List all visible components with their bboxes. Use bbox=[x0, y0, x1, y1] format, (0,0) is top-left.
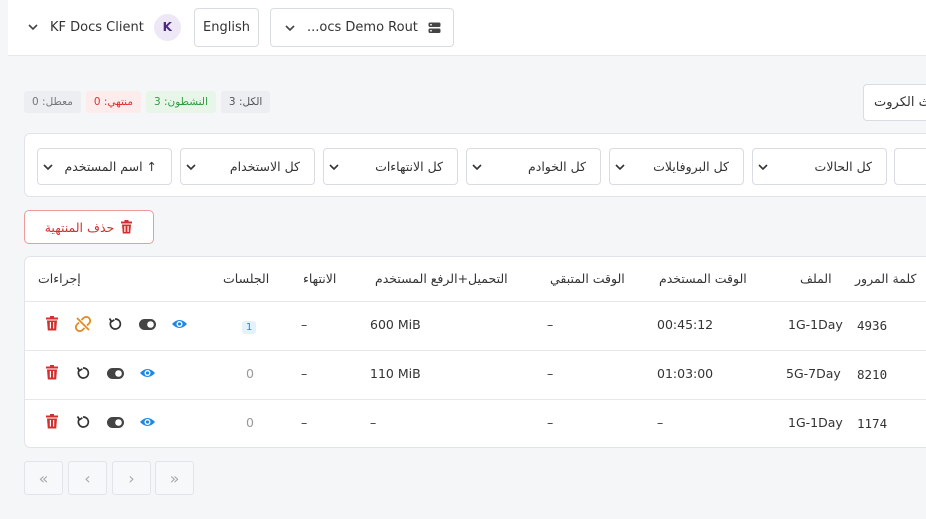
router-selector[interactable]: ...ocs Demo Router bbox=[270, 8, 454, 47]
trash-icon[interactable] bbox=[43, 314, 61, 332]
next-page-button[interactable]: › bbox=[112, 461, 151, 495]
chevron-down-icon bbox=[42, 161, 54, 173]
sessions-badge[interactable]: 1 bbox=[242, 321, 257, 334]
cards-table: إجراءات الجلسات الانتهاء التحميل+الرفع ا… bbox=[24, 256, 926, 448]
usage-filter-select[interactable]: كل الاستخدام bbox=[180, 148, 315, 185]
divider bbox=[25, 399, 926, 400]
chevron-down-icon bbox=[185, 161, 197, 173]
cell-time-left: – bbox=[547, 366, 554, 381]
reset-icon[interactable] bbox=[74, 413, 92, 431]
header-sessions[interactable]: الجلسات bbox=[223, 257, 269, 301]
unlink-icon[interactable] bbox=[74, 315, 92, 333]
cell-profile: 1G-1Day bbox=[788, 317, 843, 332]
cell-password: 1174 bbox=[857, 416, 888, 431]
badge-expired[interactable]: منتهي: 0 bbox=[85, 91, 141, 113]
trash-icon[interactable] bbox=[43, 412, 61, 430]
chevron-down-icon bbox=[471, 161, 483, 173]
toggle-icon[interactable] bbox=[138, 315, 156, 333]
server-filter-select[interactable]: كل الخوادم bbox=[466, 148, 601, 185]
trash-icon bbox=[120, 220, 133, 234]
badge-disabled[interactable]: معطل: 0 bbox=[24, 91, 81, 113]
reset-icon[interactable] bbox=[106, 315, 124, 333]
cell-time-used: – bbox=[657, 415, 664, 430]
last-page-button[interactable]: » bbox=[155, 461, 194, 495]
toggle-icon[interactable] bbox=[106, 413, 124, 431]
cell-expiry: – bbox=[301, 366, 308, 381]
trash-icon[interactable] bbox=[43, 363, 61, 381]
prev-page-button[interactable]: ‹ bbox=[68, 461, 107, 495]
cell-data-used: – bbox=[370, 415, 377, 430]
cell-time-used: 00:45:12 bbox=[657, 317, 714, 332]
chevron-down-icon bbox=[26, 20, 42, 34]
eye-icon[interactable] bbox=[170, 315, 188, 333]
avatar: K bbox=[153, 13, 181, 41]
cell-profile: 1G-1Day bbox=[788, 415, 843, 430]
cell-data-used: 110 MiB bbox=[370, 366, 421, 381]
header-actions: إجراءات bbox=[38, 271, 81, 286]
cell-profile: 5G-7Day bbox=[786, 366, 841, 381]
cell-sessions: 0 bbox=[246, 415, 254, 430]
divider bbox=[25, 301, 926, 302]
expiration-filter-select[interactable]: كل الانتهاءات bbox=[323, 148, 458, 185]
eye-icon[interactable] bbox=[138, 364, 156, 382]
header-time-used[interactable]: الوقت المستخدم bbox=[659, 257, 747, 301]
cell-time-left: – bbox=[547, 317, 554, 332]
chevron-down-icon bbox=[283, 21, 297, 35]
router-name: ...ocs Demo Router bbox=[307, 20, 418, 35]
header-password[interactable]: كلمة المرور bbox=[855, 257, 916, 301]
chevron-down-icon bbox=[757, 161, 769, 173]
header-profile[interactable]: الملف bbox=[800, 257, 832, 301]
reset-icon[interactable] bbox=[74, 364, 92, 382]
toggle-icon[interactable] bbox=[106, 364, 124, 382]
chevron-down-icon bbox=[614, 161, 626, 173]
cell-password: 4936 bbox=[857, 318, 888, 333]
delete-expired-button[interactable]: حذف المنتهية bbox=[24, 210, 154, 244]
search-cards-input[interactable]: ث الكروت bbox=[863, 84, 926, 121]
filter-select-cut[interactable] bbox=[894, 148, 926, 185]
status-filter-select[interactable]: كل الحالات bbox=[752, 148, 887, 185]
cell-expiry: – bbox=[301, 415, 308, 430]
cell-sessions: 0 bbox=[246, 366, 254, 381]
cell-time-left: – bbox=[547, 415, 554, 430]
header-data-used[interactable]: التحميل+الرفع المستخدم bbox=[375, 257, 508, 301]
first-page-button[interactable]: « bbox=[24, 461, 63, 495]
server-icon bbox=[428, 22, 441, 34]
eye-icon[interactable] bbox=[138, 413, 156, 431]
filters-panel: اسم المستخدم ↑ كل الاستخدام كل الانتهاءا… bbox=[24, 133, 926, 197]
header-time-left[interactable]: الوقت المتبقي bbox=[550, 257, 625, 301]
sort-select[interactable]: اسم المستخدم ↑ bbox=[37, 148, 172, 185]
language-button[interactable]: English bbox=[194, 8, 259, 47]
badge-active[interactable]: النشطون: 3 bbox=[145, 91, 216, 113]
cell-time-used: 01:03:00 bbox=[657, 366, 714, 381]
cell-password: 8210 bbox=[857, 367, 888, 382]
profile-filter-select[interactable]: كل البروفايلات bbox=[609, 148, 744, 185]
client-name: KF Docs Client bbox=[50, 19, 144, 35]
cell-sessions: 1 bbox=[242, 318, 257, 334]
divider bbox=[25, 350, 926, 351]
badge-all[interactable]: الكل: 3 bbox=[220, 91, 271, 113]
header-expiry[interactable]: الانتهاء bbox=[303, 257, 336, 301]
cell-expiry: – bbox=[301, 317, 308, 332]
cell-data-used: 600 MiB bbox=[370, 317, 421, 332]
chevron-down-icon bbox=[328, 161, 340, 173]
client-selector[interactable]: KF Docs Client K bbox=[26, 13, 181, 41]
status-badges: معطل: 0 منتهي: 0 النشطون: 3 الكل: 3 bbox=[24, 91, 271, 113]
